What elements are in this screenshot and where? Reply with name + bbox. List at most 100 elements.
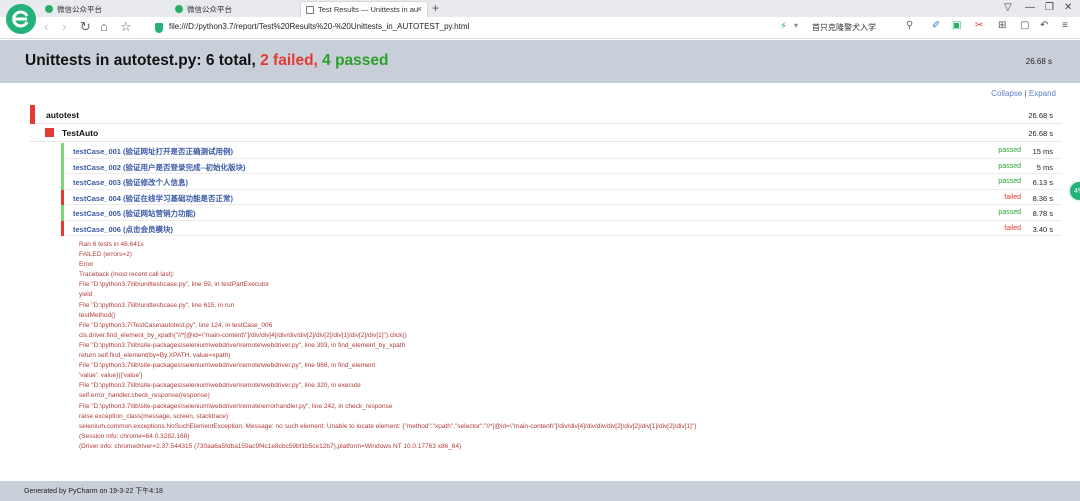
floating-widget-label: 4%	[1074, 187, 1080, 195]
traceback-line: File "D:\python3.7\lib\site-packages\sel…	[79, 402, 393, 410]
tab-label: 微信公众平台	[187, 4, 232, 14]
passed-count: 4 passed	[322, 52, 389, 69]
test-class-name: TestAuto	[62, 128, 99, 138]
case-status: failed	[1004, 224, 1021, 232]
case-status-bar	[61, 205, 64, 221]
chevron-down-icon[interactable]: ▾	[794, 21, 798, 30]
traceback-line: return self.find_element(by=By.XPATH, va…	[79, 352, 231, 360]
case-time: 15 ms	[1032, 147, 1053, 156]
tab-label: 微信公众平台	[57, 4, 102, 14]
traceback-line: (Session info: chrome=64.0.3282.168)	[79, 432, 190, 440]
traceback-line: File "D:\python3.7\lib\site-packages\sel…	[79, 382, 361, 390]
logo-e-icon	[12, 10, 29, 28]
case-time: 5 ms	[1036, 162, 1053, 172]
test-case-row[interactable]: testCase_005 (验证网站营销力功能) passed 8.78 s	[61, 205, 1062, 221]
wechat-icon	[175, 5, 183, 13]
case-time: 8.36 s	[1032, 193, 1053, 203]
test-case-link[interactable]: testCase_003 (验证修改个人信息)	[73, 177, 188, 188]
close-tab-icon[interactable]: ×	[417, 4, 422, 14]
test-case-link[interactable]: testCase_002 (验证用户是否登录完成--初始化版块)	[73, 162, 246, 173]
extension-icon[interactable]: ▣	[952, 20, 961, 31]
security-shield-icon	[155, 23, 163, 33]
test-case-row[interactable]: testCase_001 (验证网址打开是否正确测试用例) passed 15 …	[61, 143, 1062, 159]
suite-row[interactable]: autotest 26.68 s	[30, 105, 1062, 124]
report-title: Unittests in autotest.py: 6 total, 2 fai…	[25, 52, 389, 70]
traceback-line: File "D:\python3.7\lib\site-packages\sel…	[79, 362, 376, 370]
forward-icon[interactable]: ›	[62, 19, 66, 34]
test-case-link[interactable]: testCase_001 (验证网址打开是否正确测试用例)	[73, 146, 233, 157]
test-case-link[interactable]: testCase_006 (点击会员模块)	[73, 224, 173, 235]
expand-link[interactable]: Expand	[1029, 89, 1056, 98]
tab-menu-icon[interactable]: ▽	[1004, 2, 1012, 13]
test-class-row[interactable]: TestAuto 26.68 s	[30, 124, 1062, 142]
browser-logo-icon[interactable]	[6, 4, 36, 34]
test-case-row[interactable]: testCase_002 (验证用户是否登录完成--初始化版块) passed …	[61, 158, 1062, 174]
favorite-star-icon[interactable]: ☆	[120, 19, 132, 35]
new-tab-button[interactable]: +	[432, 1, 439, 15]
test-case-link[interactable]: testCase_004 (验证在线学习基础功能是否正常)	[73, 193, 233, 204]
test-case-row[interactable]: testCase_004 (验证在线学习基础功能是否正常) failed 8.3…	[61, 189, 1062, 205]
report-header: Unittests in autotest.py: 6 total, 2 fai…	[0, 40, 1080, 83]
search-icon[interactable]: ⚲	[906, 20, 913, 31]
back-icon[interactable]: ‹	[44, 19, 48, 34]
traceback-line: Error	[79, 261, 94, 269]
traceback-line: File "D:\python3.7\lib\unittest\case.py"…	[79, 281, 270, 289]
traceback-line: selenium.common.exceptions.NoSuchElement…	[79, 422, 697, 430]
case-time: 3.40 s	[1032, 224, 1053, 234]
test-case-row[interactable]: testCase_003 (验证修改个人信息) passed 6.13 s	[61, 174, 1062, 190]
collapse-expand-controls: Collapse | Expand	[991, 89, 1056, 98]
total-time: 26.68 s	[1025, 57, 1052, 66]
address-bar[interactable]: file:///D:/python3.7/report/Test%20Resul…	[169, 22, 469, 31]
traceback-line: Traceback (most recent call last):	[79, 271, 175, 279]
case-status: passed	[998, 209, 1021, 216]
case-status: passed	[998, 162, 1021, 170]
home-icon[interactable]: ⌂	[100, 19, 108, 34]
suite-name: autotest	[46, 110, 80, 120]
maximize-button[interactable]: ❐	[1045, 2, 1054, 13]
case-time: 8.78 s	[1032, 209, 1053, 218]
traceback-line: File "D:\python3.7\lib\site-packages\sel…	[79, 341, 406, 349]
case-status-bar	[61, 174, 64, 190]
minimize-button[interactable]: —	[1025, 2, 1035, 13]
reader-mode-icon[interactable]: ▢	[1020, 20, 1029, 31]
traceback-line: cls.driver.find_element_by_xpath("//*[@i…	[79, 331, 407, 339]
apps-grid-icon[interactable]: ⊞	[998, 20, 1006, 31]
footer-text: Generated by PyCharm on 19-3-22 下午4:18	[24, 488, 163, 495]
tab-label: Test Results — Unittests in au	[318, 5, 419, 14]
screenshot-icon[interactable]: ✂	[975, 20, 983, 31]
case-status-bar	[61, 158, 64, 174]
class-status-square-icon	[45, 128, 54, 137]
wechat-icon	[45, 5, 53, 13]
case-status-bar	[61, 143, 64, 159]
traceback-line: FAILED (errors=2)	[79, 251, 132, 259]
document-icon	[306, 5, 314, 14]
floating-widget[interactable]: 4%	[1068, 180, 1080, 202]
traceback-line: Ran 6 tests in 48.641s	[79, 241, 144, 248]
undo-icon[interactable]: ↶	[1040, 20, 1048, 31]
traceback-line: raise exception_class(message, screen, s…	[79, 412, 229, 420]
traceback-line: (Driver info: chromedriver=2.37.544315 (…	[79, 442, 462, 450]
reload-icon[interactable]: ↻	[80, 19, 91, 35]
collapse-link[interactable]: Collapse	[991, 89, 1022, 98]
translate-icon[interactable]: ✐	[932, 20, 940, 31]
close-window-button[interactable]: ✕	[1064, 2, 1072, 13]
traceback-line: File "D:\python3.7\lib\unittest\case.py"…	[79, 301, 235, 309]
browser-toolbar: ‹ › ↻ ⌂ ☆ file:///D:/python3.7/report/Te…	[0, 17, 1080, 39]
case-status: failed	[1004, 193, 1021, 201]
test-class-time: 26.68 s	[1028, 129, 1053, 138]
browser-tab-active[interactable]: Test Results — Unittests in au ×	[300, 1, 428, 17]
test-case-row[interactable]: testCase_006 (点击会员模块) failed 3.40 s	[61, 220, 1062, 236]
report-title-prefix: Unittests in autotest.py: 6 total,	[25, 52, 256, 69]
browser-tab[interactable]: 微信公众平台	[40, 1, 160, 17]
test-case-link[interactable]: testCase_005 (验证网站营销力功能)	[73, 208, 196, 219]
browser-tab[interactable]: 微信公众平台	[170, 1, 290, 17]
suite-status-bar	[30, 105, 35, 124]
case-status: passed	[998, 147, 1021, 154]
menu-icon[interactable]: ≡	[1062, 20, 1068, 31]
speed-mode-icon[interactable]: ⚡	[780, 21, 787, 32]
traceback-line: testMethod()	[79, 311, 116, 319]
report-footer: Generated by PyCharm on 19-3-22 下午4:18	[0, 481, 1080, 501]
search-input[interactable]: 首只克隆警犬入学	[812, 22, 876, 33]
traceback-line: File "D:\python3.7\TestCase\autotest.py"…	[79, 321, 273, 329]
browser-tab-bar: 微信公众平台 微信公众平台 Test Results — Unittests i…	[0, 0, 1080, 17]
